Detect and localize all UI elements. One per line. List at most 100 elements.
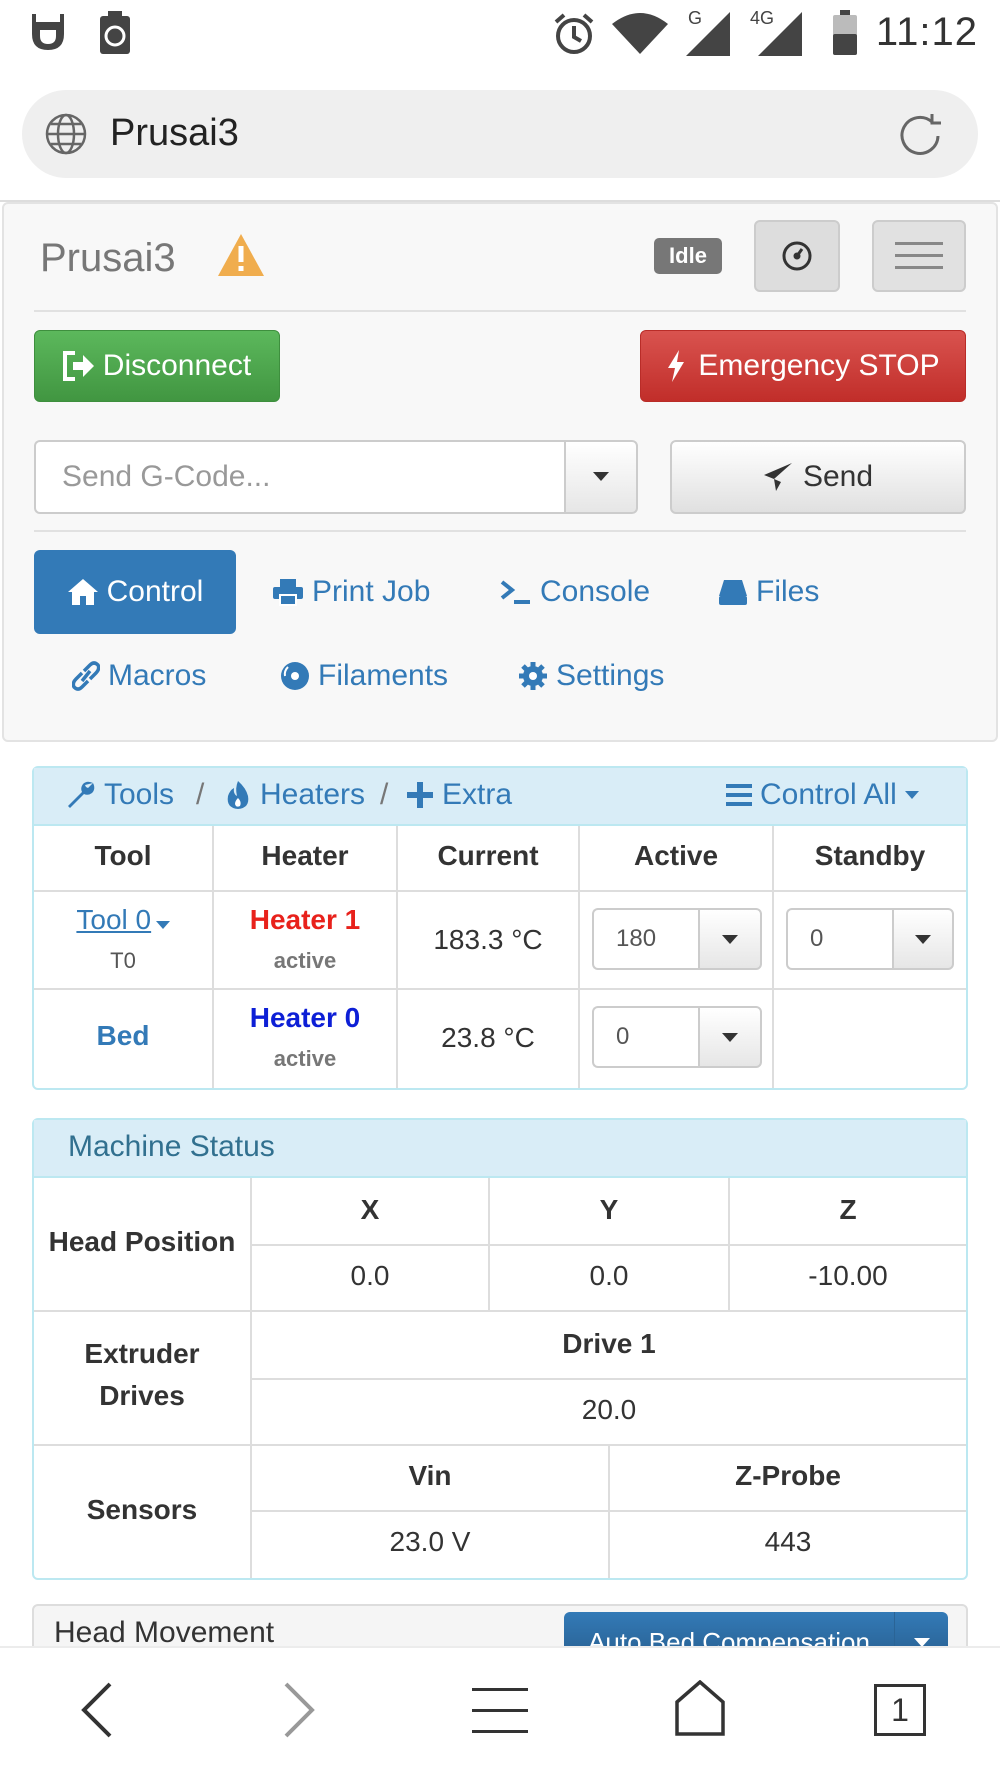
emergency-stop-label: Emergency STOP — [698, 349, 940, 382]
home-icon — [67, 578, 99, 606]
send-button[interactable]: Send — [670, 440, 966, 514]
current-temp: 23.8 °C — [441, 1022, 535, 1053]
tab-control[interactable]: Control — [34, 550, 236, 634]
head-position-label: Head Position — [48, 1226, 236, 1257]
table-rule — [34, 890, 966, 892]
list-icon — [726, 782, 752, 808]
send-icon — [763, 462, 793, 492]
status-badge: Idle — [654, 238, 722, 274]
battery-saver-icon — [96, 10, 134, 56]
column-header: Heater — [261, 840, 349, 871]
y-position: 0.0 — [589, 1260, 629, 1291]
caret-down-icon — [722, 934, 738, 944]
reload-icon[interactable] — [894, 110, 946, 162]
send-label: Send — [802, 460, 874, 493]
fire-icon — [224, 780, 252, 810]
tools-link[interactable]: Tools — [66, 778, 174, 812]
sensors-label: Sensors — [86, 1494, 198, 1525]
status-monitor-button[interactable] — [754, 220, 840, 292]
caret-down-icon — [593, 472, 609, 482]
heaters-link[interactable]: Heaters — [224, 778, 365, 812]
sign-out-icon — [62, 351, 95, 381]
table-rule — [252, 1378, 966, 1380]
heater-state: active — [273, 1046, 337, 1071]
tab-console[interactable]: Console — [500, 550, 650, 634]
axis-header: Z — [839, 1194, 857, 1225]
extra-link[interactable]: Extra — [406, 778, 512, 812]
cell-signal-2-icon: 4G — [750, 8, 804, 58]
sensor-header: Vin — [408, 1460, 452, 1491]
vin-value: 23.0 V — [389, 1526, 471, 1557]
menu-toggle-button[interactable] — [872, 220, 966, 292]
breadcrumb-separator: / — [196, 778, 205, 811]
tab-files[interactable]: Files — [718, 550, 819, 634]
printer-icon — [272, 578, 304, 606]
forward-icon[interactable] — [282, 1680, 318, 1740]
menu-icon[interactable] — [472, 1686, 528, 1736]
flash-icon — [666, 350, 686, 382]
disconnect-button[interactable]: Disconnect — [34, 330, 280, 402]
wifi-icon — [612, 12, 668, 54]
column-header: Active — [633, 840, 719, 871]
extruder-drives-label: Drives — [99, 1380, 185, 1411]
table-rule — [34, 988, 966, 990]
emergency-stop-button[interactable]: Emergency STOP — [640, 330, 966, 402]
standby-temp-dropdown[interactable] — [892, 908, 954, 970]
extruder-drives-label: Extruder — [84, 1338, 200, 1369]
home-icon[interactable] — [674, 1680, 726, 1736]
disconnect-label: Disconnect — [102, 349, 252, 382]
cell-signal-1-icon: G — [684, 8, 732, 58]
caret-down-icon — [155, 920, 170, 929]
drive-header: Drive 1 — [562, 1328, 656, 1359]
tab-macros[interactable]: Macros — [72, 634, 206, 718]
standby-temp-input[interactable]: 0 — [786, 908, 894, 970]
axis-header: Y — [599, 1194, 619, 1225]
gauge-icon — [781, 240, 813, 272]
active-temp-input[interactable]: 180 — [592, 908, 700, 970]
breadcrumb-separator: / — [380, 778, 389, 811]
caret-down-icon — [904, 791, 919, 799]
tab-filaments[interactable]: Filaments — [280, 634, 448, 718]
divider — [34, 530, 966, 532]
drive-value: 20.0 — [581, 1394, 637, 1425]
url-text[interactable]: Prusai3 — [110, 112, 239, 155]
tab-print-job[interactable]: Print Job — [272, 550, 430, 634]
z-position: -10.00 — [808, 1260, 888, 1291]
warning-icon[interactable] — [216, 232, 266, 278]
tool-name: Tool 0 — [76, 904, 152, 935]
tab-count-button[interactable]: 1 — [874, 1684, 926, 1736]
divider — [34, 310, 966, 312]
bed-active-temp-input[interactable]: 0 — [592, 1006, 700, 1068]
caret-down-icon — [722, 1032, 738, 1042]
table-rule — [34, 1310, 966, 1312]
column-header: Tool — [94, 840, 152, 871]
bed-link[interactable]: Bed — [34, 1020, 212, 1052]
status-bar: G 4G 11:12 — [0, 0, 1000, 72]
axis-header: X — [360, 1194, 380, 1225]
caret-down-icon — [915, 934, 931, 944]
globe-icon — [44, 112, 88, 156]
z-probe-value: 443 — [764, 1526, 812, 1557]
machine-status-title: Machine Status — [68, 1130, 275, 1163]
bed-active-temp-dropdown[interactable] — [698, 1006, 762, 1068]
control-all-dropdown[interactable]: Control All — [726, 778, 919, 812]
gcode-input[interactable] — [34, 440, 566, 514]
back-icon[interactable] — [78, 1680, 114, 1740]
heater-0-link[interactable]: Heater 0 — [214, 1002, 396, 1034]
link-icon — [72, 661, 100, 691]
console-icon — [500, 578, 532, 606]
sensor-header: Z-Probe — [735, 1460, 841, 1491]
table-rule — [34, 1444, 966, 1446]
current-temp: 183.3 °C — [433, 924, 543, 955]
gcode-history-dropdown[interactable] — [564, 440, 638, 514]
plus-icon — [406, 781, 434, 809]
notification-app-icon — [26, 10, 70, 54]
heater-state: active — [273, 948, 337, 973]
heater-1-link[interactable]: Heater 1 — [214, 904, 396, 936]
active-temp-dropdown[interactable] — [698, 908, 762, 970]
x-position: 0.0 — [350, 1260, 390, 1291]
tool-sub-label: T0 — [110, 948, 136, 973]
hdd-icon — [718, 578, 748, 606]
tool-0-dropdown[interactable]: Tool 0 — [34, 904, 212, 936]
tab-settings[interactable]: Settings — [518, 634, 664, 718]
